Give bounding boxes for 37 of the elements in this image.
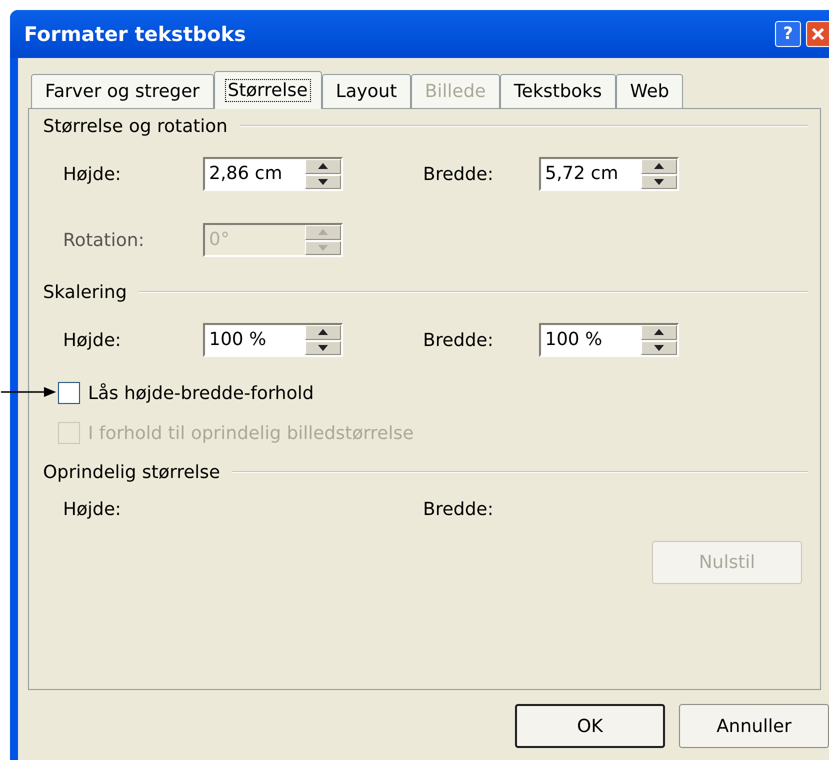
spin-value: 100 % (544, 328, 604, 352)
dialog-button[interactable]: Annuller (679, 704, 829, 748)
spin-value: 100 % (208, 328, 268, 352)
window-title: Formater tekstboks (24, 21, 246, 48)
spin-field[interactable]: 2,86 cm (203, 157, 343, 191)
checkbox-label: Lås højde-bredde-forhold (88, 382, 314, 406)
dialog-button[interactable]: OK (515, 704, 665, 748)
spin-arrows[interactable] (641, 159, 677, 189)
section-title: Oprindelig størrelse (43, 460, 220, 484)
tab[interactable]: Farver og streger (31, 74, 214, 108)
field-label: Højde: (63, 328, 122, 352)
field-label: Bredde: (423, 498, 494, 522)
checkbox[interactable] (58, 382, 80, 404)
section-title: Skalering (43, 280, 127, 304)
tab[interactable]: Størrelse (214, 71, 322, 109)
tab[interactable]: Web (616, 74, 684, 108)
tab[interactable]: Tekstboks (500, 74, 616, 108)
spin-field[interactable]: 100 % (203, 323, 343, 357)
spin-value: 2,86 cm (208, 162, 284, 186)
spin-arrows[interactable] (641, 325, 677, 355)
field-label: Højde: (63, 162, 122, 186)
section-title: Størrelse og rotation (43, 114, 228, 138)
spin-value: 5,72 cm (544, 162, 620, 186)
field-label: Bredde: (423, 328, 494, 352)
tab[interactable]: Layout (322, 74, 411, 108)
field-label: Højde: (63, 498, 122, 522)
spin-field[interactable]: 5,72 cm (539, 157, 679, 191)
spin-arrows[interactable] (305, 159, 341, 189)
close-icon (811, 27, 825, 41)
close-button[interactable] (806, 21, 829, 47)
field-label: Rotation: (63, 228, 146, 252)
spin-value: 0° (208, 228, 230, 252)
spin-field[interactable]: 100 % (539, 323, 679, 357)
spin-arrows[interactable] (305, 325, 341, 355)
help-button[interactable]: ? (775, 21, 801, 47)
checkbox-label: I forhold til oprindelig billedstørrelse (88, 422, 414, 446)
field-label: Bredde: (423, 162, 494, 186)
